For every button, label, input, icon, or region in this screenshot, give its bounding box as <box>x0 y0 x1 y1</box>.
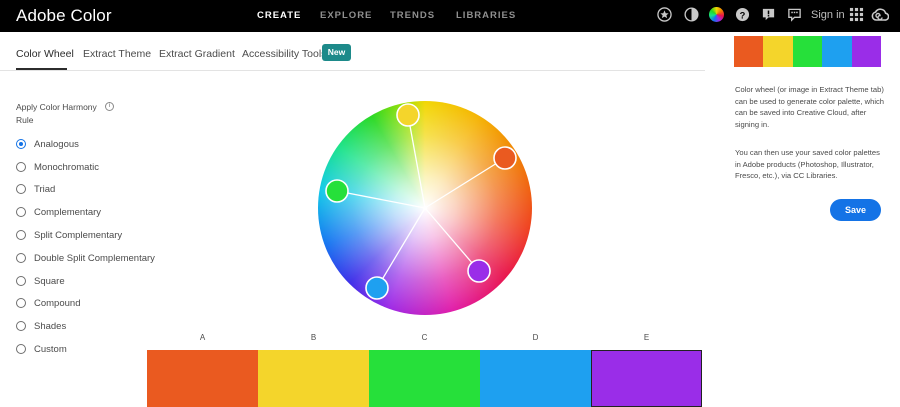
harmony-rule-heading: Apply Color Harmony Rule <box>16 102 97 125</box>
rule-label: Shades <box>34 320 67 332</box>
rule-shades[interactable]: Shades <box>16 319 66 333</box>
svg-text:?: ? <box>740 10 746 20</box>
radio-button[interactable] <box>16 253 26 263</box>
top-bar: Adobe Color CREATE EXPLORE TRENDS LIBRAR… <box>0 0 900 32</box>
save-button[interactable]: Save <box>830 199 881 221</box>
radio-button[interactable] <box>16 207 26 217</box>
color-swatch-b[interactable] <box>258 350 370 407</box>
rule-label: Square <box>34 275 65 287</box>
handle-line-c <box>336 190 426 209</box>
swatch-label-b: B <box>310 333 317 342</box>
preview-swatch-c <box>792 36 823 67</box>
rule-label: Double Split Complementary <box>34 252 155 264</box>
radio-button[interactable] <box>16 230 26 240</box>
color-swatch-e[interactable] <box>591 350 703 407</box>
feedback-icon[interactable] <box>787 7 802 22</box>
color-handle-c[interactable] <box>325 179 349 203</box>
rule-label: Monochromatic <box>34 161 99 173</box>
color-handle-d[interactable] <box>365 276 389 300</box>
preview-swatch-e <box>851 36 882 67</box>
handle-line-b <box>407 114 426 209</box>
wheel-center-dot <box>423 206 427 210</box>
apps-grid-icon[interactable] <box>849 7 864 22</box>
rule-label: Split Complementary <box>34 229 123 241</box>
tab-extract-gradient[interactable]: Extract Gradient <box>159 48 235 60</box>
handle-line-d <box>376 207 426 289</box>
rule-monochromatic[interactable]: Monochromatic <box>16 160 99 174</box>
creative-cloud-icon[interactable] <box>871 7 889 23</box>
rule-complementary[interactable]: Complementary <box>16 205 101 219</box>
color-handle-a[interactable] <box>493 146 517 170</box>
rule-custom[interactable]: Custom <box>16 342 67 356</box>
rule-compound[interactable]: Compound <box>16 296 80 310</box>
color-wheel-icon[interactable] <box>709 7 724 22</box>
rule-double-split-complementary[interactable]: Double Split Complementary <box>16 251 155 265</box>
side-description-2: You can then use your saved color palett… <box>735 148 880 181</box>
color-swatch-c[interactable] <box>369 350 481 407</box>
rule-label: Custom <box>34 343 67 355</box>
swatch-label-c: C <box>421 333 428 342</box>
help-icon[interactable]: ? <box>735 7 750 22</box>
handle-line-a <box>424 157 506 209</box>
sign-in-link[interactable]: Sign in <box>811 9 845 21</box>
nav-libraries[interactable]: LIBRARIES <box>456 10 516 21</box>
alert-icon[interactable] <box>761 7 776 22</box>
radio-button[interactable] <box>16 298 26 308</box>
info-icon[interactable]: i <box>105 102 114 111</box>
radio-button[interactable] <box>16 344 26 354</box>
preview-swatch-d <box>822 36 852 67</box>
nav-trends[interactable]: TRENDS <box>390 10 435 21</box>
swatch-label-a: A <box>199 333 206 342</box>
rule-label: Triad <box>34 183 56 195</box>
tab-accessibility-tools[interactable]: Accessibility Tools <box>242 48 326 60</box>
tabs-divider <box>0 70 705 71</box>
color-swatch-d[interactable] <box>480 350 592 407</box>
swatch-label-d: D <box>532 333 539 342</box>
color-wheel-handles <box>325 103 517 300</box>
tab-color-wheel[interactable]: Color Wheel <box>16 48 74 60</box>
theme-toggle-icon[interactable] <box>684 7 699 22</box>
radio-button[interactable] <box>16 162 26 172</box>
color-handle-e[interactable] <box>467 259 491 283</box>
rule-triad[interactable]: Triad <box>16 182 55 196</box>
side-description: Color wheel (or image in Extract Theme t… <box>735 85 885 129</box>
radio-button[interactable] <box>16 139 26 149</box>
preview-swatch-b <box>763 36 793 67</box>
color-swatch-a[interactable] <box>147 350 259 407</box>
radio-button[interactable] <box>16 321 26 331</box>
rule-label: Analogous <box>34 138 79 150</box>
radio-button[interactable] <box>16 276 26 286</box>
rule-label: Complementary <box>34 206 102 218</box>
tab-extract-theme[interactable]: Extract Theme <box>83 48 151 60</box>
preview-swatch-a <box>734 36 764 67</box>
rule-split-complementary[interactable]: Split Complementary <box>16 228 122 242</box>
swatch-label-e: E <box>643 333 650 342</box>
rule-square[interactable]: Square <box>16 274 65 288</box>
palette-preview <box>734 36 882 67</box>
star-icon[interactable] <box>657 7 672 22</box>
app-title[interactable]: Adobe Color <box>16 6 112 26</box>
radio-button[interactable] <box>16 184 26 194</box>
rule-analogous[interactable]: Analogous <box>16 137 79 151</box>
new-badge: New <box>322 44 351 61</box>
nav-create[interactable]: CREATE <box>257 10 301 21</box>
color-handle-b[interactable] <box>396 103 420 127</box>
handle-line-e <box>424 207 480 272</box>
rule-label: Compound <box>34 297 81 309</box>
nav-explore[interactable]: EXPLORE <box>320 10 372 21</box>
